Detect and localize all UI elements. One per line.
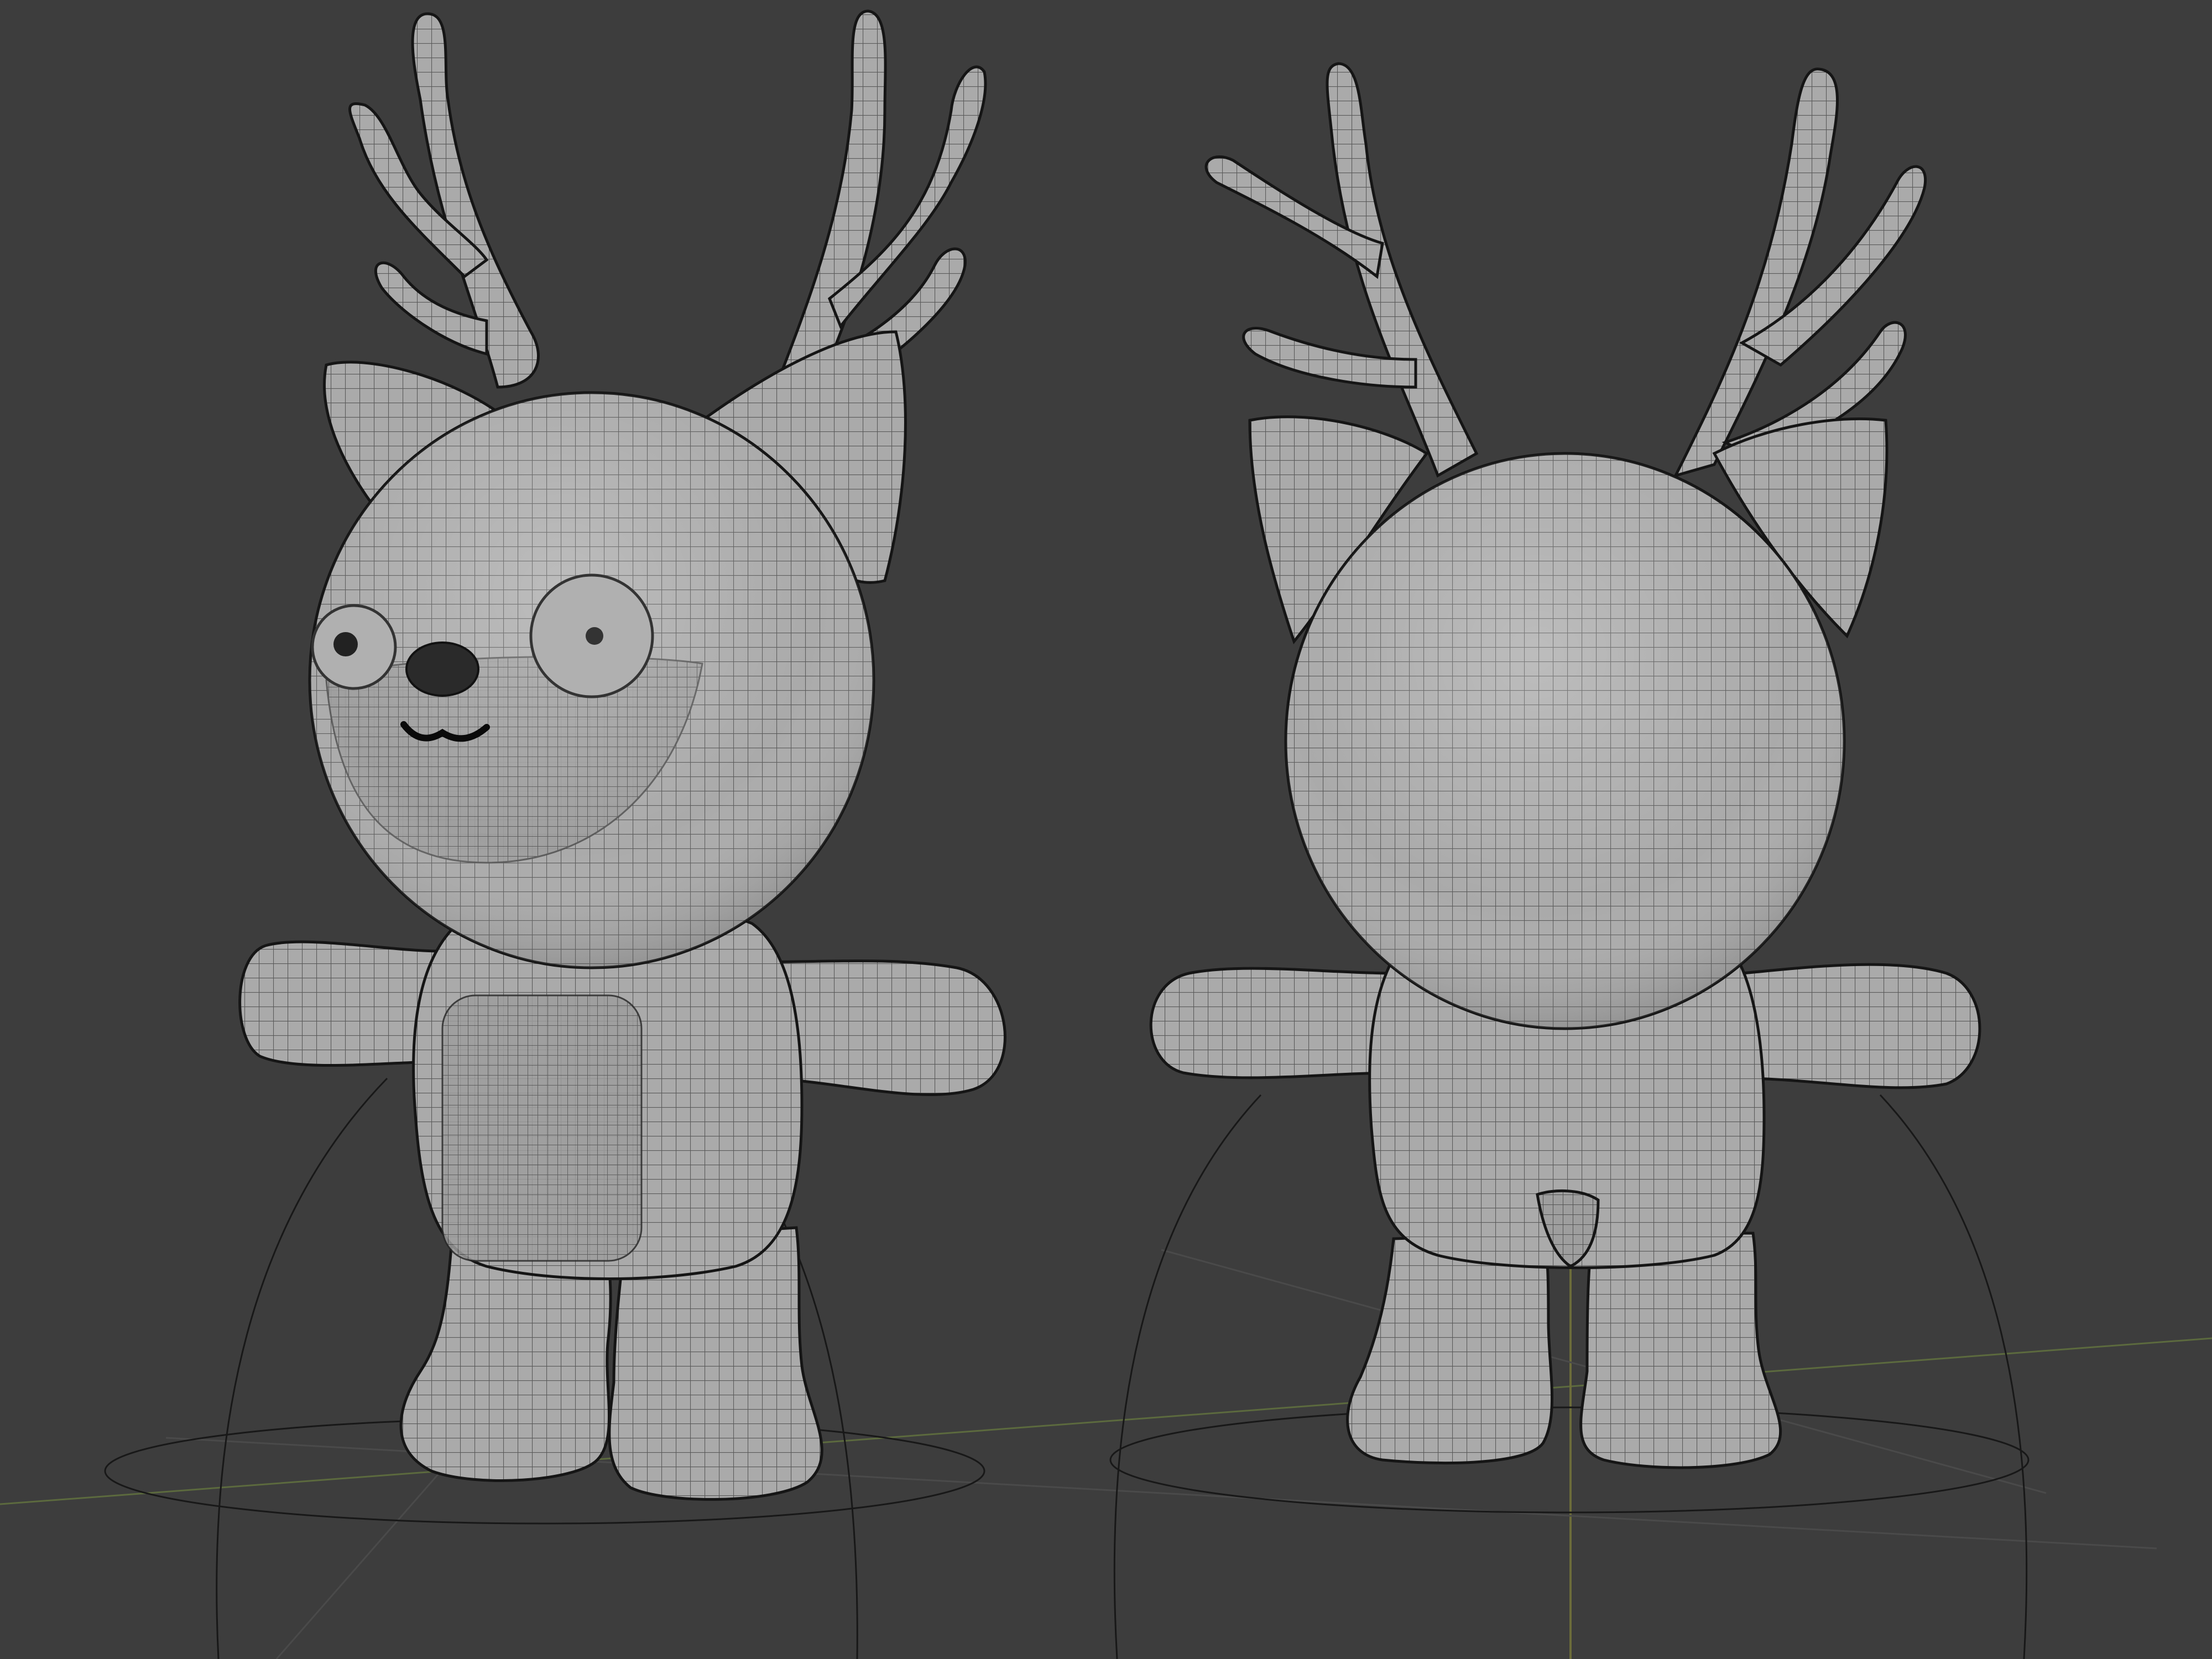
deer-plush-back[interactable] (1149, 62, 1981, 1469)
antler-right-back (1673, 67, 1927, 478)
eye-left-pupil (333, 632, 358, 656)
antler-left-back (1204, 62, 1479, 478)
3d-viewport[interactable] (0, 0, 2212, 1659)
viewport-canvas[interactable] (0, 0, 2212, 1659)
arm-right-back (1740, 963, 1981, 1089)
nose-front (405, 641, 479, 697)
floor-grid (0, 1161, 2212, 1659)
belly-patch-front (441, 994, 643, 1262)
antler-left-front (348, 12, 540, 389)
deer-plush-front[interactable] (238, 9, 1006, 1501)
arm-left-front (238, 940, 444, 1067)
leg-left-back (1346, 1232, 1554, 1465)
head-shading-back (1286, 453, 1844, 1029)
arm-left-back (1149, 967, 1395, 1079)
eye-right-pupil (586, 627, 603, 645)
